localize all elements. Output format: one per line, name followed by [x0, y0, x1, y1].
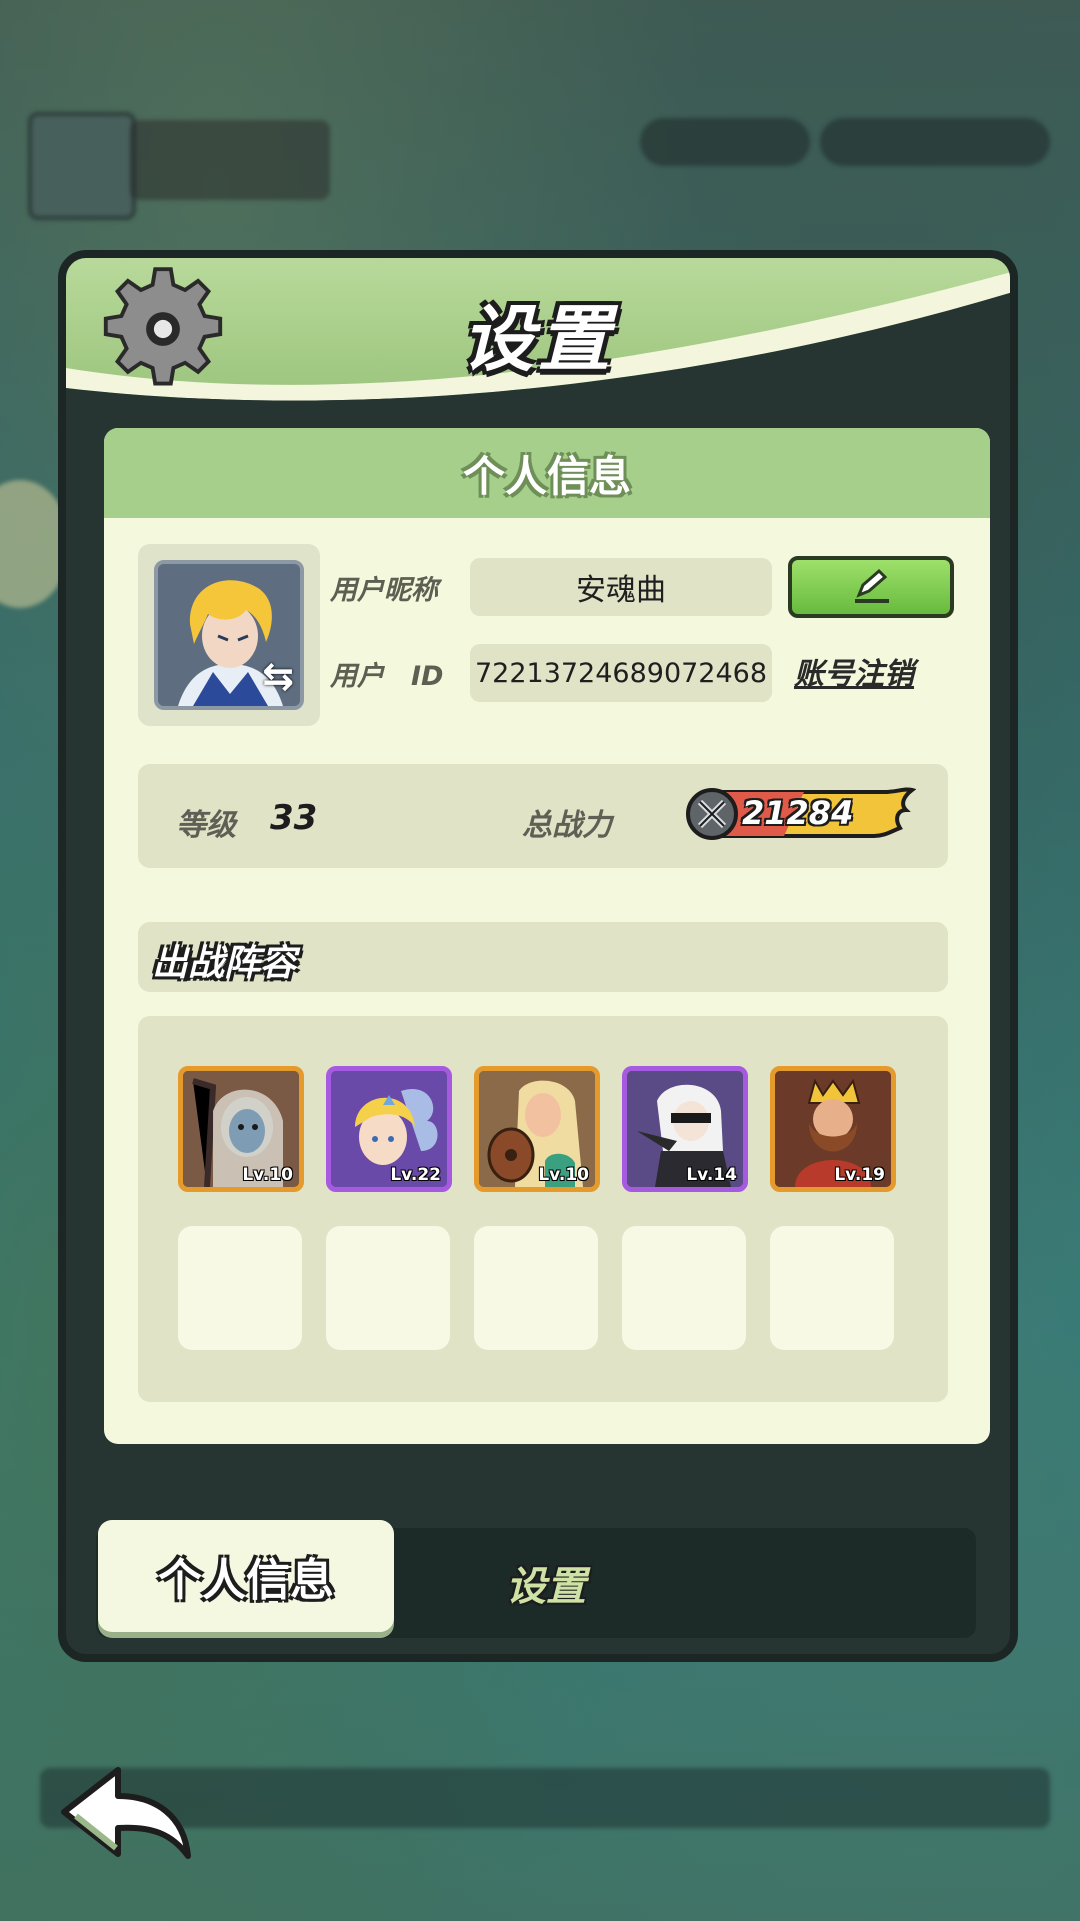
empty-hero-slot: [474, 1226, 598, 1350]
background-resource-gold: [820, 118, 1050, 166]
empty-hero-slot: [178, 1226, 302, 1350]
edit-nickname-button[interactable]: [788, 556, 954, 618]
panel-header: 设置: [66, 258, 1010, 408]
power-label: 总战力: [522, 808, 612, 843]
hero-slot-3[interactable]: Lv.10: [474, 1066, 600, 1192]
hero-level: Lv.10: [538, 1165, 589, 1185]
hero-level: Lv.22: [390, 1165, 441, 1185]
pencil-icon: [855, 568, 889, 603]
nickname-field: 安魂曲: [470, 558, 772, 616]
hero-level: Lv.10: [242, 1165, 293, 1185]
level-label: 等级: [176, 808, 236, 843]
hero-slot-2[interactable]: Lv.22: [326, 1066, 452, 1192]
empty-hero-slot: [622, 1226, 746, 1350]
profile-card: 个人信息 ⇆ 用户昵称 安魂曲 用户 ID 7: [104, 428, 990, 1444]
power-value: 21284: [742, 794, 854, 832]
avatar-frame[interactable]: ⇆: [138, 544, 320, 726]
tab-profile[interactable]: 个人信息: [98, 1520, 394, 1632]
background-player-avatar: [28, 112, 136, 220]
stats-row: 等级 33 总战力 21284: [138, 764, 948, 868]
profile-section-title: 个人信息: [104, 428, 990, 518]
power-badge: 21284: [684, 786, 917, 842]
cancel-account-link[interactable]: 账号注销: [794, 649, 914, 693]
lineup-grid: Lv.10 Lv.22 Lv.10 Lv.14 Lv.19: [138, 1016, 948, 1402]
lineup-title: 出战阵容: [152, 943, 297, 984]
hero-level: Lv.19: [834, 1165, 885, 1185]
user-id-label: 用户 ID: [330, 661, 444, 692]
level-value: 33: [270, 798, 318, 838]
hero-slot-1[interactable]: Lv.10: [178, 1066, 304, 1192]
settings-panel: 设置 个人信息 ⇆ 用户昵称 安魂曲 用户 ID 722137246890724…: [58, 250, 1018, 1662]
background-resource-gems: [640, 118, 810, 166]
hero-level: Lv.14: [686, 1165, 737, 1185]
empty-hero-slot: [326, 1226, 450, 1350]
back-arrow-icon[interactable]: [56, 1756, 196, 1866]
background-player-bar: [130, 120, 330, 200]
hero-slot-5[interactable]: Lv.19: [770, 1066, 896, 1192]
user-id-field: 7221372468907246​8: [470, 644, 772, 702]
avatar[interactable]: ⇆: [154, 560, 304, 710]
tab-settings[interactable]: 设置: [416, 1528, 676, 1638]
empty-hero-slot: [770, 1226, 894, 1350]
lineup-header: 出战阵容: [138, 922, 948, 992]
swap-arrows-icon[interactable]: ⇆: [262, 654, 294, 698]
hero-slot-4[interactable]: Lv.14: [622, 1066, 748, 1192]
panel-title: 设置: [461, 297, 614, 381]
nickname-label: 用户昵称: [330, 575, 438, 606]
